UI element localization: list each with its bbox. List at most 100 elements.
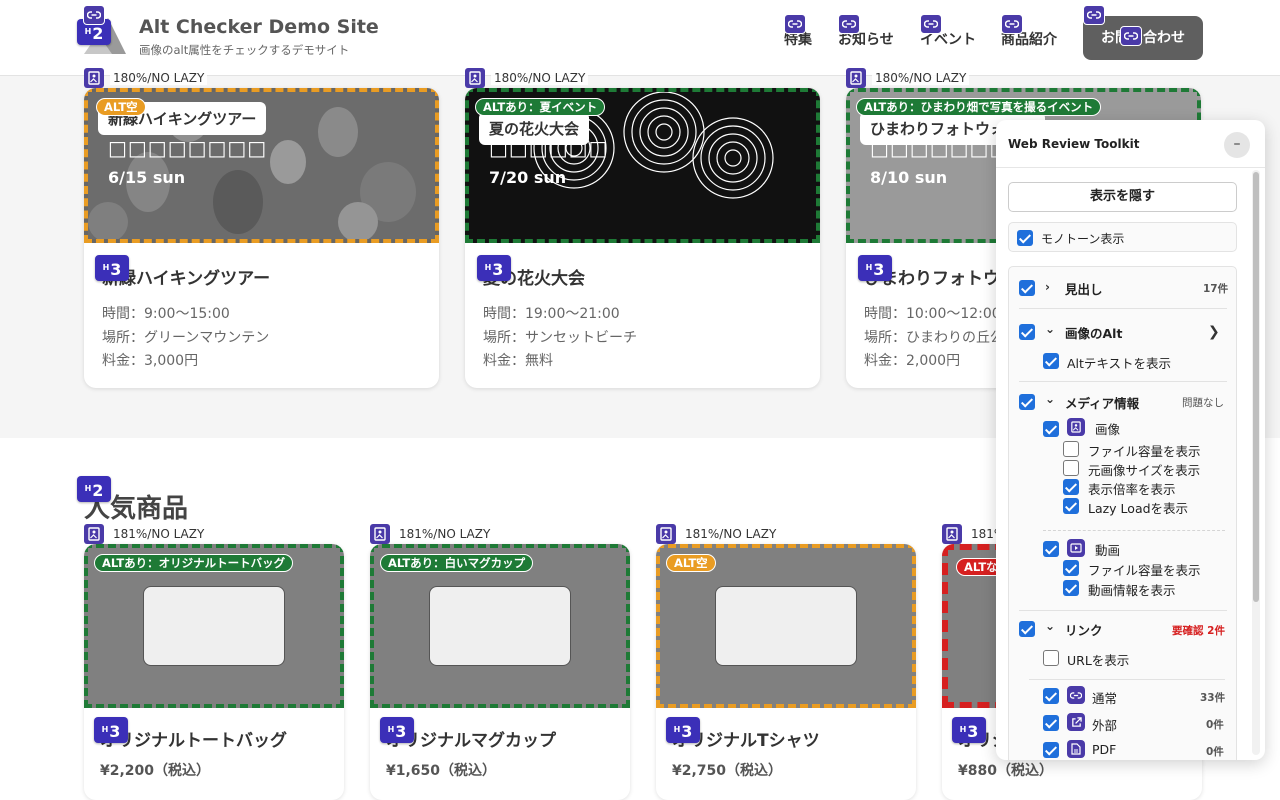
heading-badge-h3: H3 [952, 717, 986, 743]
divider [1029, 679, 1225, 680]
link-type-label: 外部 [1092, 718, 1118, 733]
heading-badge-h3: H3 [94, 717, 128, 743]
monotone-label: モノトーン表示 [1041, 232, 1125, 246]
headings-label: 見出し [1065, 282, 1103, 297]
image-alt-checkbox[interactable] [1019, 324, 1035, 340]
chevron-down-icon[interactable]: ⌄ [1045, 619, 1055, 633]
media-info-checkbox[interactable] [1019, 394, 1035, 410]
site-title[interactable]: Alt Checker Demo Site [139, 16, 379, 38]
chevron-right-icon[interactable]: › [1045, 280, 1050, 294]
headings-checkbox[interactable] [1019, 280, 1035, 296]
chevron-down-icon[interactable]: ⌄ [1045, 322, 1055, 336]
image-icon [846, 68, 866, 88]
zoom-ratio-checkbox[interactable] [1063, 479, 1079, 495]
option-label: 動画情報を表示 [1088, 583, 1176, 598]
link-icon [838, 14, 860, 34]
media-image-checkbox[interactable] [1043, 421, 1059, 437]
show-alt-text-checkbox[interactable] [1043, 353, 1059, 369]
image-alt-label: 画像のAlt [1065, 326, 1123, 341]
heading-badge-h3: H3 [477, 255, 511, 281]
option-label: Lazy Loadを表示 [1088, 501, 1189, 516]
video-filesize-checkbox[interactable] [1063, 560, 1079, 576]
image-info-badge: 180%/NO LAZY [846, 68, 970, 88]
image-icon [84, 68, 104, 88]
panel-header: Web Review Toolkit – [996, 120, 1265, 168]
event-time: 時間：19:00〜21:00 [483, 306, 620, 322]
headings-count: 17件 [1203, 283, 1229, 295]
chevron-right-icon[interactable]: ❯ [1208, 324, 1220, 340]
product-price: ¥880（税込） [958, 763, 1053, 779]
link-icon [1001, 14, 1023, 34]
media-video-label: 動画 [1095, 543, 1121, 558]
media-video-checkbox[interactable] [1043, 541, 1059, 557]
heading-badge-h3: H3 [666, 717, 700, 743]
link-pdf-checkbox[interactable] [1043, 742, 1059, 758]
divider [1043, 530, 1225, 531]
product-placeholder [143, 586, 285, 666]
monotone-checkbox[interactable] [1017, 230, 1033, 246]
option-label: ファイル容量を表示 [1088, 444, 1201, 459]
image-info-badge: 180%/NO LAZY [465, 68, 589, 88]
alt-status-tag: ALT空 [666, 554, 716, 572]
event-place: 場所：ひまわりの丘公園 [864, 330, 1018, 346]
product-card[interactable]: ALTあり：オリジナルトートバッグ オリジナルトートバッグ ¥2,200（税込） [84, 544, 344, 800]
links-status: 要確認 2件 [1172, 625, 1225, 637]
image-info-badge: 181%/NO LAZY [656, 524, 780, 544]
link-type-label: 通常 [1092, 691, 1118, 706]
alt-status-tag: ALT空 [96, 98, 146, 116]
media-info-label: メディア情報 [1065, 396, 1140, 411]
links-checkbox[interactable] [1019, 621, 1035, 637]
link-type-label: PDF [1092, 742, 1117, 757]
product-price: ¥2,750（税込） [672, 763, 783, 779]
event-place: 場所：サンセットビーチ [483, 330, 637, 346]
event-time: 時間：9:00〜15:00 [102, 306, 230, 322]
event-fee: 料金：無料 [483, 353, 553, 369]
links-label: リンク [1065, 623, 1103, 638]
image-icon [942, 524, 962, 544]
product-price: ¥2,200（税込） [100, 763, 211, 779]
product-placeholder [429, 586, 571, 666]
option-label: 元画像サイズを表示 [1088, 463, 1201, 478]
divider [1019, 381, 1227, 382]
heading-badge-h3: H3 [858, 255, 892, 281]
chevron-down-icon[interactable]: ⌄ [1045, 392, 1055, 406]
original-size-checkbox[interactable] [1063, 460, 1079, 476]
product-card[interactable]: ALT空 オリジナルTシャツ ¥2,750（税込） [656, 544, 916, 800]
lazy-load-checkbox[interactable] [1063, 498, 1079, 514]
event-time: 時間：10:00〜12:00 [864, 306, 1001, 322]
option-label: ファイル容量を表示 [1088, 563, 1201, 578]
media-image-label: 画像 [1095, 422, 1121, 437]
panel-title: Web Review Toolkit [1008, 137, 1140, 151]
link-icon [784, 14, 806, 34]
event-card[interactable]: 夏の花火大会 □□□□□□ 7/20 sun ALTあり：夏イベント 夏の花火大… [465, 88, 820, 388]
event-card[interactable]: 新緑ハイキングツアー □□□□□□□□ 6/15 sun ALT空 新緑ハイキン… [84, 88, 439, 388]
filesize-checkbox[interactable] [1063, 441, 1079, 457]
link-type-count: 33件 [1200, 692, 1226, 704]
link-icon [920, 14, 942, 34]
divider [1019, 308, 1227, 309]
image-icon [465, 68, 485, 88]
alt-status-tag: ALTあり：夏イベント [475, 98, 606, 116]
link-external-checkbox[interactable] [1043, 715, 1059, 731]
link-normal-checkbox[interactable] [1043, 688, 1059, 704]
product-price: ¥1,650（税込） [386, 763, 497, 779]
panel-scroll-thumb[interactable] [1253, 172, 1259, 602]
heading-badge-h3: H3 [95, 255, 129, 281]
video-info-checkbox[interactable] [1063, 580, 1079, 596]
show-url-checkbox[interactable] [1043, 650, 1059, 666]
media-status: 問題なし [1182, 397, 1224, 409]
image-icon [1067, 418, 1085, 436]
image-icon [656, 524, 676, 544]
hide-overlay-button[interactable]: 表示を隠す [1008, 182, 1237, 212]
divider [1019, 610, 1227, 611]
link-type-count: 0件 [1206, 746, 1224, 758]
video-icon [1067, 539, 1085, 557]
heading-badge-h3: H3 [380, 717, 414, 743]
product-card[interactable]: ALTあり：白いマグカップ オリジナルマグカップ ¥1,650（税込） [370, 544, 630, 800]
link-icon [1067, 686, 1085, 704]
link-icon [1083, 5, 1105, 25]
show-url-label: URLを表示 [1067, 653, 1130, 668]
minimize-button[interactable]: – [1224, 132, 1250, 158]
event-fee: 料金：3,000円 [102, 353, 199, 369]
link-icon [1120, 26, 1142, 46]
